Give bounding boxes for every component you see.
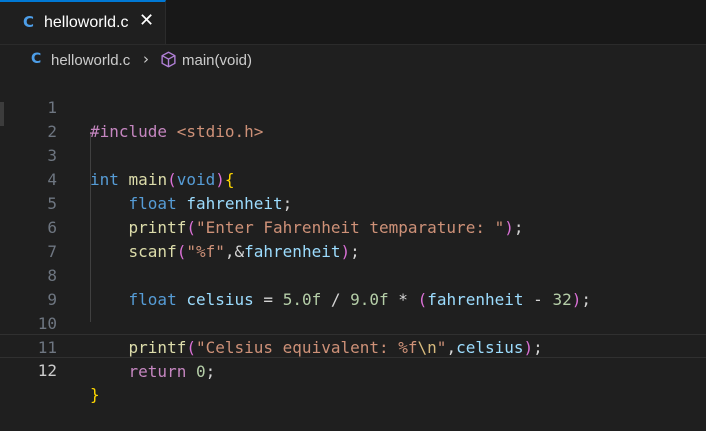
breadcrumb: C helloworld.c › main(void) xyxy=(0,45,706,73)
chevron-right-icon: › xyxy=(143,50,149,68)
code-line: 7 xyxy=(0,216,706,261)
code-line: 6 scanf("%f",&fahrenheit); xyxy=(0,192,706,261)
code-line: 3 int main(void){ xyxy=(0,120,706,189)
token: 0 xyxy=(195,362,206,381)
code-line: 2 xyxy=(0,96,706,141)
code-line: 9 xyxy=(0,264,706,309)
token: } xyxy=(90,385,100,404)
code-line: 4 float fahrenheit; xyxy=(0,144,706,213)
breadcrumb-file[interactable]: helloworld.c xyxy=(51,52,130,69)
tab-label: helloworld.c xyxy=(44,14,129,31)
close-icon[interactable]: ✕ xyxy=(139,12,154,30)
c-language-icon: C xyxy=(23,13,35,31)
line-number: 12 xyxy=(37,361,57,380)
code-line: 10 printf("Celsius equivalent: %f\n",cel… xyxy=(0,288,706,357)
code-editor[interactable]: 1 #include <stdio.h> 2 3 int main(void){… xyxy=(0,72,706,421)
token: return xyxy=(128,362,187,381)
code-line-current: 12 } xyxy=(0,334,706,404)
tab-helloworld-c[interactable]: C helloworld.c ✕ xyxy=(0,0,166,44)
code-line: 5 printf("Enter Fahrenheit temparature: … xyxy=(0,168,706,237)
tab-bar: C helloworld.c ✕ xyxy=(0,0,706,45)
cube-icon xyxy=(160,51,177,72)
code-line: 8 float celsius = 5.0f / 9.0f * (fahrenh… xyxy=(0,240,706,309)
code-line: 1 #include <stdio.h> xyxy=(0,72,706,141)
breadcrumb-function[interactable]: main(void) xyxy=(182,52,252,69)
code-line: 11 return 0; xyxy=(0,312,706,381)
c-language-icon: C xyxy=(31,51,42,67)
token: ; xyxy=(205,362,216,381)
